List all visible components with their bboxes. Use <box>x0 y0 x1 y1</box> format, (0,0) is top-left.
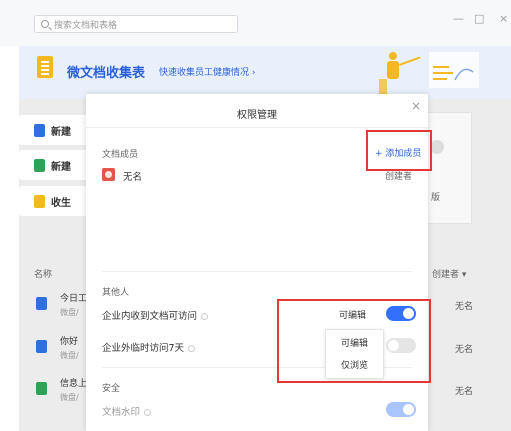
watermark-label: 文档水印 <box>102 407 141 418</box>
highlight-access-settings <box>277 299 431 383</box>
sheet-icon <box>36 382 47 395</box>
search-icon <box>41 20 49 28</box>
row-path: 微盘/ <box>60 351 79 360</box>
row-title[interactable]: 你好 <box>60 334 78 347</box>
search-input[interactable]: 搜索文档和表格 <box>34 15 238 33</box>
info-icon[interactable] <box>144 409 152 416</box>
column-creator[interactable]: 创建者 ▾ <box>432 267 466 280</box>
avatar <box>102 168 115 181</box>
close-icon[interactable]: × <box>411 99 421 113</box>
form-icon <box>37 56 53 78</box>
search-placeholder: 搜索文档和表格 <box>54 20 118 31</box>
new-doc-card[interactable]: 新建 <box>19 115 93 145</box>
info-icon[interactable] <box>201 313 209 320</box>
template-card-label: 版 <box>431 193 441 203</box>
close-window-button[interactable]: × <box>499 12 508 25</box>
row-owner: 无名 <box>455 302 474 312</box>
card-label: 新建 <box>51 161 71 173</box>
row-path: 微盘/ <box>60 308 79 317</box>
security-label: 安全 <box>102 384 121 394</box>
new-sheet-card[interactable]: 新建 <box>19 150 93 180</box>
divider <box>86 127 428 128</box>
divider <box>102 271 412 272</box>
internal-access-label: 企业内收到文档可访问 <box>102 311 198 322</box>
maximize-button[interactable]: □ <box>474 12 484 25</box>
minimize-button[interactable]: — <box>453 12 464 25</box>
sheet-icon <box>34 158 45 172</box>
template-avatar-icon <box>430 140 444 154</box>
watermark-toggle[interactable] <box>386 402 416 417</box>
banner-subtitle-link[interactable]: 快速收集员工健康情况 › <box>159 65 255 78</box>
collect-form-card[interactable]: 收生 <box>19 186 93 216</box>
members-label: 文档成员 <box>102 150 139 160</box>
dialog-title: 权限管理 <box>237 110 277 121</box>
card-label: 新建 <box>51 126 71 138</box>
external-access-row: 企业外临时访问7天 <box>102 340 196 354</box>
doc-icon <box>36 340 47 353</box>
row-owner: 无名 <box>455 345 474 355</box>
row-title[interactable]: 今日工 <box>60 291 87 304</box>
row-title[interactable]: 信息上 <box>60 376 87 389</box>
external-access-label: 企业外临时访问7天 <box>102 343 185 354</box>
promo-banner[interactable]: 微文档收集表 快速收集员工健康情况 › <box>19 46 511 99</box>
banner-illustration-icon <box>379 52 479 99</box>
member-name: 无名 <box>123 172 143 183</box>
highlight-add-member <box>366 130 432 171</box>
template-card[interactable] <box>425 112 472 224</box>
banner-title: 微文档收集表 <box>67 66 146 81</box>
row-path: 微盘/ <box>60 393 79 402</box>
doc-icon <box>36 297 47 310</box>
watermark-row: 文档水印 <box>102 404 152 418</box>
form-icon <box>34 194 45 208</box>
others-label: 其他人 <box>102 288 130 298</box>
column-name[interactable]: 名称 <box>34 267 52 280</box>
internal-access-row: 企业内收到文档可访问 <box>102 308 209 322</box>
card-label: 收生 <box>51 197 71 209</box>
row-owner: 无名 <box>455 387 474 397</box>
doc-icon <box>34 123 45 137</box>
info-icon[interactable] <box>188 345 196 352</box>
